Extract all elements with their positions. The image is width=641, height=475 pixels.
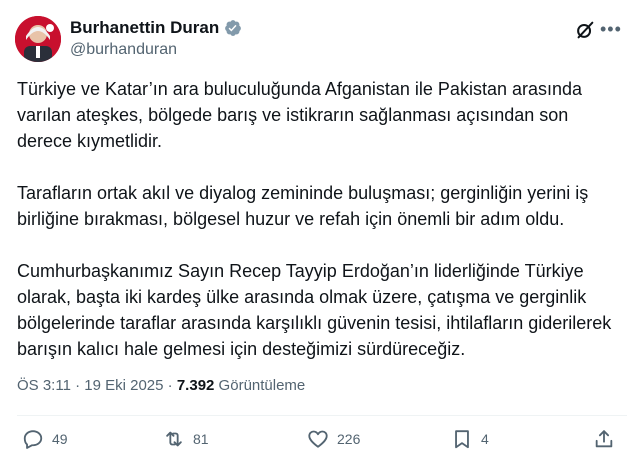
bookmark-button[interactable]: 4 xyxy=(451,428,489,450)
bookmark-icon xyxy=(455,430,469,449)
grok-icon[interactable] xyxy=(574,19,596,41)
author-name-row: Burhanettin Duran xyxy=(70,18,242,38)
views-label[interactable]: Görüntüleme xyxy=(214,377,306,394)
post-card: Burhanettin Duran @burhanduran ••• Türki… xyxy=(0,0,641,475)
repost-icon xyxy=(166,431,182,447)
verified-badge-icon xyxy=(224,19,242,37)
meta-separator: · xyxy=(70,377,85,394)
reply-icon xyxy=(23,430,43,449)
reply-count: 49 xyxy=(52,431,68,447)
avatar[interactable] xyxy=(15,16,61,62)
reply-button[interactable]: 49 xyxy=(22,428,68,450)
post-metadata: ÖS 3:11 · 19 Eki 2025 · 7.392 Görüntülem… xyxy=(17,377,305,394)
avatar-image xyxy=(15,16,61,62)
post-paragraph-3: Cumhurbaşkanımız Sayın Recep Tayyip Erdo… xyxy=(17,261,612,359)
like-button[interactable]: 226 xyxy=(307,428,360,450)
like-count: 226 xyxy=(337,431,361,447)
post-time[interactable]: ÖS 3:11 xyxy=(17,377,71,394)
heart-icon xyxy=(308,430,328,448)
share-icon xyxy=(595,430,613,448)
more-dots-icon[interactable]: ••• xyxy=(600,20,622,38)
post-paragraph-1: Türkiye ve Katar’ın ara buluculuğunda Af… xyxy=(17,79,583,151)
views-count[interactable]: 7.392 xyxy=(177,377,215,394)
post-date[interactable]: 19 Eki 2025 xyxy=(84,377,163,394)
bookmark-count: 4 xyxy=(481,431,489,447)
meta-separator-2: · xyxy=(163,377,177,394)
divider xyxy=(17,415,627,416)
repost-button[interactable]: 81 xyxy=(163,428,209,450)
author-handle[interactable]: @burhanduran xyxy=(70,41,177,59)
author-name[interactable]: Burhanettin Duran xyxy=(70,18,219,38)
share-button[interactable] xyxy=(593,428,623,450)
post-paragraph-2: Tarafların ortak akıl ve diyalog zeminin… xyxy=(17,183,589,229)
repost-count: 81 xyxy=(193,431,209,447)
